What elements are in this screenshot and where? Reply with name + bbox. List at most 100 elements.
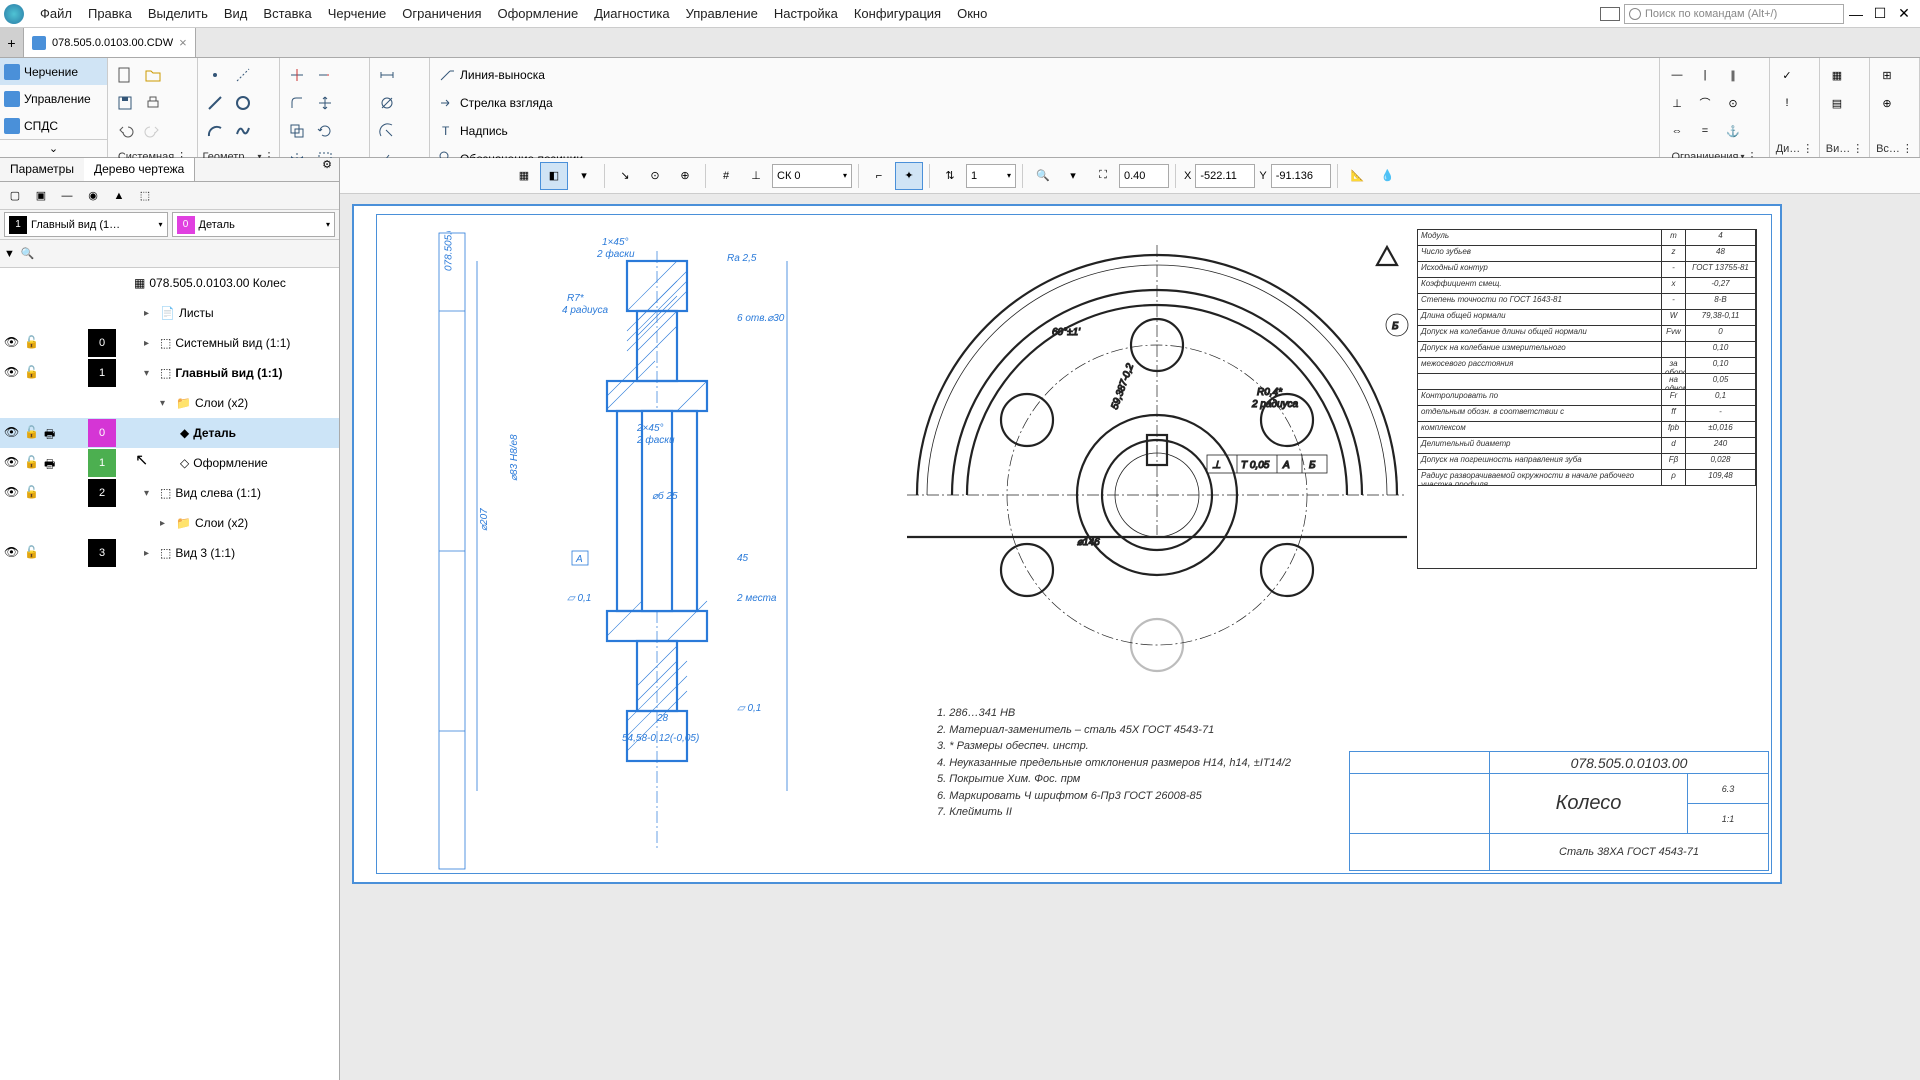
- redo-icon[interactable]: [140, 118, 166, 144]
- tree-layer-detail[interactable]: 👁🔓🖶0 ◆Деталь: [0, 418, 339, 448]
- gridtoggle-icon[interactable]: #: [712, 162, 740, 190]
- panel-btn5[interactable]: ▲: [108, 185, 130, 207]
- rotate-icon[interactable]: [312, 118, 338, 144]
- current-layer-selector[interactable]: 0 Деталь▾: [172, 212, 336, 237]
- eye-icon[interactable]: 👁: [4, 485, 20, 501]
- par-icon[interactable]: ∥: [1720, 62, 1746, 88]
- zoom-icon[interactable]: 🔍: [1029, 162, 1057, 190]
- menu-window[interactable]: Окно: [949, 2, 995, 25]
- eye-icon[interactable]: 👁: [4, 365, 20, 381]
- x-coord[interactable]: -522.11: [1195, 164, 1255, 188]
- mode-manage[interactable]: Управление: [0, 85, 107, 112]
- diag1-icon[interactable]: ✓: [1774, 62, 1800, 88]
- eye-icon[interactable]: 👁: [4, 335, 20, 351]
- zoomfit-icon[interactable]: ⛶: [1089, 162, 1117, 190]
- diag2-icon[interactable]: !: [1774, 90, 1800, 116]
- tree-layers2[interactable]: ▸📁Слои (x2): [0, 508, 339, 538]
- lock-icon[interactable]: 🔓: [24, 485, 40, 501]
- panel-tab-tree[interactable]: Дерево чертежа: [84, 158, 195, 181]
- panel-settings-icon[interactable]: ⚙: [315, 158, 339, 181]
- zoom-input[interactable]: 0.40: [1119, 164, 1169, 188]
- close-button[interactable]: ✕: [1892, 3, 1916, 24]
- drawing-viewport[interactable]: √ Ra 6,3 (√) 078.505.0.0103.00: [340, 194, 1920, 1080]
- lock-icon[interactable]: 🔓: [24, 455, 40, 471]
- menu-view[interactable]: Вид: [216, 2, 256, 25]
- hor-icon[interactable]: —: [1664, 62, 1690, 88]
- y-coord[interactable]: -91.136: [1271, 164, 1331, 188]
- tree-mainview[interactable]: 👁🔓1 ▾⬚Главный вид (1:1): [0, 358, 339, 388]
- tree-sysview[interactable]: 👁🔓0 ▸⬚Системный вид (1:1): [0, 328, 339, 358]
- document-tab[interactable]: 078.505.0.0103.00.CDW ×: [24, 28, 196, 57]
- diamdim-icon[interactable]: [374, 90, 400, 116]
- menu-settings[interactable]: Настройка: [766, 2, 846, 25]
- panel-btn3[interactable]: —: [56, 185, 78, 207]
- filter-icon[interactable]: ▼: [4, 248, 15, 260]
- new-tab-button[interactable]: +: [0, 28, 24, 57]
- measure-icon[interactable]: 📐: [1344, 162, 1372, 190]
- tree-leftview[interactable]: 👁🔓2 ▾⬚Вид слева (1:1): [0, 478, 339, 508]
- ins2-icon[interactable]: ⊕: [1874, 90, 1900, 116]
- auxline-icon[interactable]: [230, 62, 256, 88]
- panel-btn6[interactable]: ⬚: [134, 185, 156, 207]
- lock-icon[interactable]: 🔓: [24, 425, 40, 441]
- tree-search-icon[interactable]: 🔍: [21, 247, 35, 260]
- panel-btn4[interactable]: ◉: [82, 185, 104, 207]
- menu-constraints[interactable]: Ограничения: [394, 2, 489, 25]
- minimize-button[interactable]: —: [1844, 4, 1868, 24]
- point-icon[interactable]: [202, 62, 228, 88]
- eraser-icon[interactable]: ◧: [540, 162, 568, 190]
- trim-icon[interactable]: [284, 62, 310, 88]
- menu-manage[interactable]: Управление: [678, 2, 766, 25]
- circle-icon[interactable]: [230, 90, 256, 116]
- lock-icon[interactable]: 🔓: [24, 335, 40, 351]
- maximize-button[interactable]: ☐: [1868, 3, 1892, 24]
- menu-select[interactable]: Выделить: [140, 2, 216, 25]
- step-icon[interactable]: ⇅: [936, 162, 964, 190]
- eyedrop-icon[interactable]: 💧: [1374, 162, 1402, 190]
- snap-mid-icon[interactable]: ⊙: [641, 162, 669, 190]
- tree-view3[interactable]: 👁🔓3 ▸⬚Вид 3 (1:1): [0, 538, 339, 568]
- mode-spds[interactable]: СПДС: [0, 112, 107, 139]
- lock-icon[interactable]: 🔓: [24, 365, 40, 381]
- spline-icon[interactable]: [230, 118, 256, 144]
- print-icon[interactable]: [140, 90, 166, 116]
- insview-icon[interactable]: ▦: [1824, 62, 1850, 88]
- eye-icon[interactable]: 👁: [4, 455, 20, 471]
- close-tab-icon[interactable]: ×: [179, 35, 187, 50]
- print-icon[interactable]: 🖶: [44, 425, 60, 441]
- tree-layer-design[interactable]: 👁🔓🖶1 ◇Оформление: [0, 448, 339, 478]
- snap-center-icon[interactable]: ⊕: [671, 162, 699, 190]
- print-icon[interactable]: 🖶: [44, 455, 60, 471]
- vert-icon[interactable]: |: [1692, 62, 1718, 88]
- copy-icon[interactable]: [284, 118, 310, 144]
- ribbon-expand-icon[interactable]: ⌄: [0, 139, 107, 157]
- line-icon[interactable]: [202, 90, 228, 116]
- text-button[interactable]: TНадпись: [434, 118, 594, 144]
- perp-icon[interactable]: ⊥: [1664, 90, 1690, 116]
- leader-button[interactable]: Линия-выноска: [434, 62, 594, 88]
- tree-sheets[interactable]: ▸📄Листы: [0, 298, 339, 328]
- insview2-icon[interactable]: ▤: [1824, 90, 1850, 116]
- current-view-selector[interactable]: 1 Главный вид (1…▾: [4, 212, 168, 237]
- ortho-icon[interactable]: ⊥: [742, 162, 770, 190]
- param-icon[interactable]: ✦: [895, 162, 923, 190]
- lock-icon[interactable]: 🔓: [24, 545, 40, 561]
- open-file-icon[interactable]: [140, 62, 166, 88]
- panel-btn2[interactable]: ▣: [30, 185, 52, 207]
- menu-diagnostics[interactable]: Диагностика: [586, 2, 677, 25]
- fix-icon[interactable]: ⚓: [1720, 118, 1746, 144]
- ins1-icon[interactable]: ⊞: [1874, 62, 1900, 88]
- eye-icon[interactable]: 👁: [4, 545, 20, 561]
- viewarrow-button[interactable]: Стрелка взгляда: [434, 90, 594, 116]
- menu-annotation[interactable]: Оформление: [490, 2, 587, 25]
- eq-icon[interactable]: =: [1692, 118, 1718, 144]
- grid-icon[interactable]: ▦: [510, 162, 538, 190]
- cs-selector[interactable]: СК 0▾: [772, 164, 852, 188]
- panel-tab-params[interactable]: Параметры: [0, 158, 84, 181]
- menu-drawing[interactable]: Черчение: [320, 2, 395, 25]
- panel-btn1[interactable]: ▢: [4, 185, 26, 207]
- radialdim-icon[interactable]: [374, 118, 400, 144]
- workspace-icon[interactable]: [1600, 7, 1620, 21]
- menu-config[interactable]: Конфигурация: [846, 2, 949, 25]
- lineardim-icon[interactable]: [374, 62, 400, 88]
